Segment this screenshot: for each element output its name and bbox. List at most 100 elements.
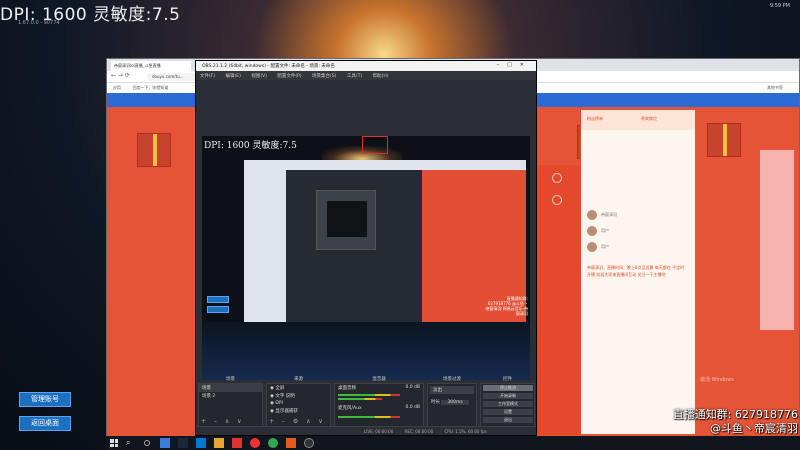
cpu-status: CPU: 1.5%, 60.00 fps bbox=[444, 429, 487, 434]
controls-dock: 停止推流 开始录制 工作室模式 设置 退出 bbox=[480, 383, 535, 427]
transitions-dock: 淡出 时长 300ms bbox=[427, 383, 477, 427]
controls-dock-title: 控件 bbox=[503, 377, 512, 382]
preview-manage-button bbox=[207, 296, 229, 303]
folder-icon[interactable] bbox=[214, 438, 224, 448]
dock-tools-icon[interactable]: + – ⚙ ∧ ∨ bbox=[269, 418, 326, 425]
avatar bbox=[587, 226, 597, 236]
audio-meter bbox=[338, 394, 400, 396]
right-panel: 粉丝榜单 贵宾席位 帝宸清羽 用户 用户 帝宸清羽，直播时间：晚上8点至凌晨 每… bbox=[580, 110, 695, 434]
avatar bbox=[587, 210, 597, 220]
tab-vip[interactable]: 贵宾席位 bbox=[641, 116, 657, 122]
source-item[interactable]: ◉ 全屏 bbox=[267, 384, 330, 392]
avatar bbox=[587, 242, 597, 252]
settings-button[interactable]: 设置 bbox=[483, 409, 533, 415]
fan-row[interactable]: 帝宸清羽 bbox=[587, 210, 687, 222]
notice-text: 帝宸清羽，直播时间：晚上8点至凌晨 每天都在 不定时开播 欢迎大家来直播间互动 … bbox=[587, 265, 685, 277]
app-icon[interactable] bbox=[232, 438, 242, 448]
chrome-icon[interactable] bbox=[268, 438, 278, 448]
obs-icon[interactable] bbox=[304, 438, 314, 448]
scenes-dock-title: 场景 bbox=[226, 377, 235, 382]
tab-fans[interactable]: 粉丝榜单 bbox=[587, 116, 603, 122]
audio-meter bbox=[338, 398, 382, 400]
obs-window: OBS 21.1.2 (64bit, windows) - 配置文件: 未命名 … bbox=[195, 60, 537, 436]
menu-edit[interactable]: 编辑(E) bbox=[226, 74, 241, 79]
duration-row: 时长 300ms bbox=[428, 398, 476, 406]
other-bookmarks[interactable]: 其他书签 bbox=[767, 85, 783, 91]
scene-item[interactable]: 场景 bbox=[199, 384, 262, 392]
fan-name: 帝宸清羽 bbox=[601, 212, 617, 217]
manage-account-button[interactable]: 管理账号 bbox=[19, 392, 71, 407]
preview-obs-nested bbox=[316, 190, 376, 250]
obs-menu-bar: 文件(F) 编辑(E) 视图(V) 配置文件(P) 场景集合(S) 工具(T) … bbox=[196, 71, 536, 80]
top-clock: 9:59 PM bbox=[769, 3, 790, 9]
gift-icon[interactable] bbox=[552, 195, 562, 205]
start-recording-button[interactable]: 开始录制 bbox=[483, 393, 533, 399]
preview-back-button bbox=[207, 306, 229, 313]
nav-arrows-icon[interactable]: ← → ⟳ bbox=[111, 72, 130, 79]
douyu-icon[interactable] bbox=[286, 438, 296, 448]
version-text: 1.67.0.0 - 90774 bbox=[18, 20, 60, 26]
activate-windows-watermark: 激活 Windows bbox=[700, 377, 734, 383]
mixer-channel: 桌面音频 0.0 dB bbox=[338, 385, 420, 391]
browser-tab[interactable]: 帝宸清羽lol直播_斗鱼直播 bbox=[111, 61, 191, 71]
preview-stamp: 直播通知群: 627918776 @斗鱼丶帝宸清羽 网易云音乐·帝宸清羽 bbox=[485, 296, 528, 316]
source-item[interactable]: ◉ DPI bbox=[267, 400, 330, 407]
audio-meter bbox=[338, 416, 400, 418]
right-panel-tabs: 粉丝榜单 贵宾席位 bbox=[581, 110, 695, 130]
obs-status-bar: LIVE: 00:00:00 REC: 00:00:00 CPU: 1.5%, … bbox=[196, 426, 536, 435]
fan-name: 用户 bbox=[601, 228, 609, 233]
fan-name: 用户 bbox=[601, 244, 609, 249]
obs-title-text: OBS 21.1.2 (64bit, windows) - 配置文件: 未命名 … bbox=[202, 64, 335, 69]
mixer-channel: 麦克风/Aux 0.0 dB bbox=[338, 405, 420, 411]
source-item[interactable]: ◉ 显示器捕获 bbox=[267, 407, 330, 415]
mixer-dock-title: 混音器 bbox=[372, 377, 386, 382]
task-view-icon[interactable] bbox=[160, 438, 170, 448]
netease-music-icon[interactable] bbox=[250, 438, 260, 448]
menu-help[interactable]: 帮助(H) bbox=[373, 74, 389, 79]
menu-profile[interactable]: 配置文件(P) bbox=[277, 74, 301, 79]
preview-dpi-text: DPI: 1600 灵敏度:7.5 bbox=[204, 141, 297, 151]
menu-scene-collection[interactable]: 场景集合(S) bbox=[312, 74, 336, 79]
preview-obs-nested-inner bbox=[327, 201, 367, 237]
taskbar: ⌕ bbox=[106, 436, 800, 450]
fan-row[interactable]: 用户 bbox=[587, 242, 687, 254]
page-middle-column bbox=[535, 165, 580, 435]
transitions-dock-title: 场景过渡 bbox=[443, 377, 461, 382]
duration-input[interactable]: 300ms bbox=[441, 400, 469, 405]
dock-tools-icon[interactable]: + – ∧ ∨ bbox=[201, 418, 245, 425]
menu-view[interactable]: 视图(V) bbox=[251, 74, 267, 79]
search-icon[interactable]: ⌕ bbox=[126, 438, 136, 448]
scene-item[interactable]: 场景 2 bbox=[199, 392, 262, 400]
mixer-dock: 桌面音频 0.0 dB 麦克风/Aux 0.0 dB bbox=[334, 383, 424, 427]
preview-selection-box[interactable] bbox=[362, 136, 388, 154]
rec-status: REC: 00:00:00 bbox=[404, 429, 434, 434]
window-controls-icon[interactable]: –□✕ bbox=[497, 62, 532, 68]
bookmark-baidu[interactable]: 百度一下，你就知道 bbox=[132, 85, 168, 90]
sources-dock: ◉ 全屏 ◉ 文字 说明 ◉ DPI ◉ 显示器捕获 + – ⚙ ∧ ∨ bbox=[266, 383, 331, 427]
exit-button[interactable]: 退出 bbox=[483, 417, 533, 423]
cortana-icon[interactable] bbox=[144, 440, 150, 446]
gift-box-decoration bbox=[707, 123, 741, 157]
fan-row[interactable]: 用户 bbox=[587, 226, 687, 238]
scenes-dock: 场景 场景 2 + – ∧ ∨ bbox=[198, 383, 263, 427]
studio-mode-button[interactable]: 工作室模式 bbox=[483, 401, 533, 407]
steam-icon[interactable] bbox=[178, 438, 188, 448]
edge-icon[interactable] bbox=[196, 438, 206, 448]
back-desktop-button[interactable]: 返回桌面 bbox=[19, 416, 71, 431]
transition-select[interactable]: 淡出 bbox=[430, 386, 474, 394]
bookmark-apps[interactable]: 应用 bbox=[113, 85, 121, 90]
preview-obs bbox=[286, 170, 422, 322]
windows-start-icon[interactable] bbox=[110, 439, 118, 447]
obs-title-bar: OBS 21.1.2 (64bit, windows) - 配置文件: 未命名 … bbox=[196, 61, 536, 71]
menu-file[interactable]: 文件(F) bbox=[200, 74, 215, 79]
sources-dock-title: 来源 bbox=[294, 377, 303, 382]
stop-stream-button[interactable]: 停止推流 bbox=[483, 385, 533, 391]
obs-preview[interactable]: DPI: 1600 灵敏度:7.5 直播通知群: 627918776 @斗鱼丶帝… bbox=[202, 136, 530, 380]
preview-taskbar bbox=[202, 322, 530, 380]
gift-icon[interactable] bbox=[552, 173, 562, 183]
menu-tools[interactable]: 工具(T) bbox=[347, 74, 362, 79]
side-promo-strip[interactable] bbox=[760, 150, 794, 330]
live-status: LIVE: 00:00:00 bbox=[364, 429, 394, 434]
source-item[interactable]: ◉ 文字 说明 bbox=[267, 392, 330, 400]
gift-box-decoration bbox=[137, 133, 171, 167]
